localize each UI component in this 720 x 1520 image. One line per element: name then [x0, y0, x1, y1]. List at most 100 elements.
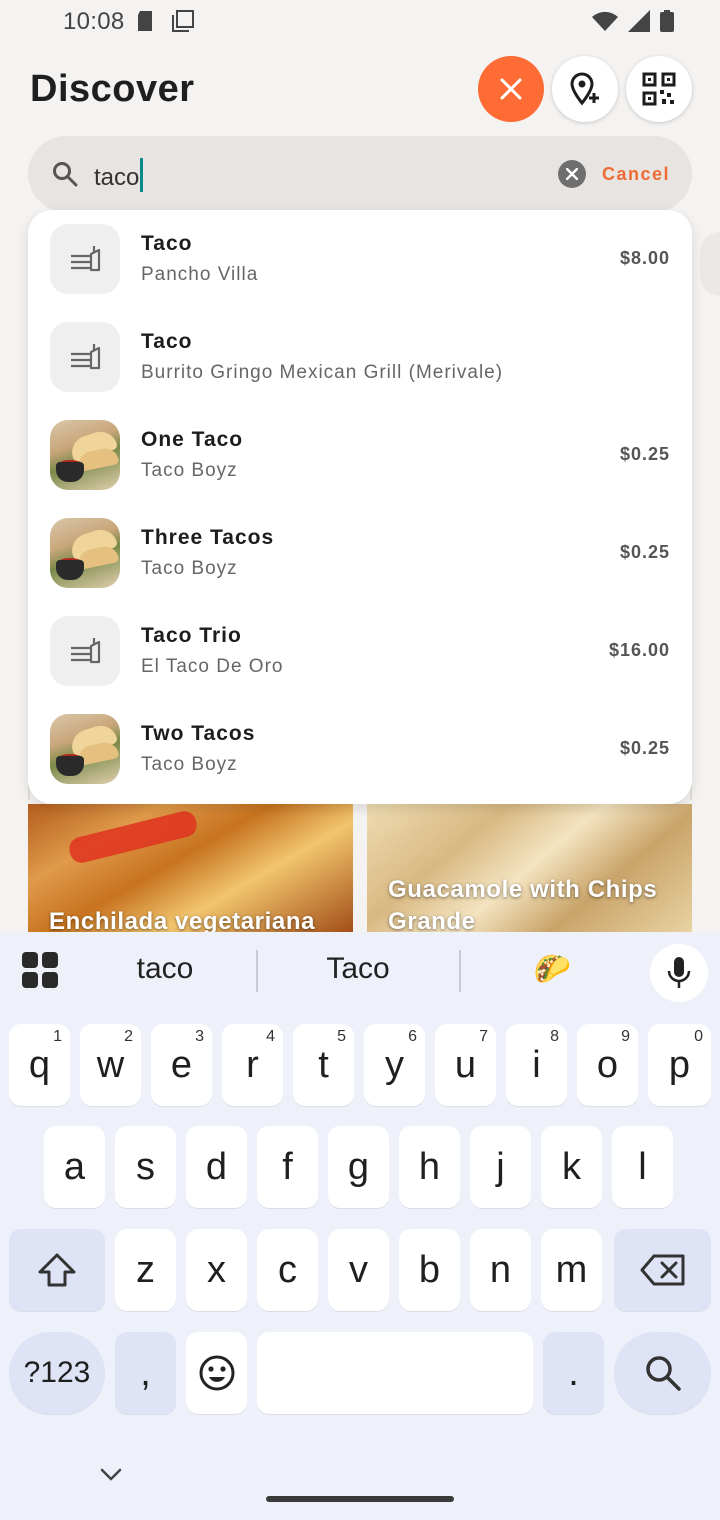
- key-hint: 3: [195, 1028, 204, 1045]
- taco-photo-thumbnail: [50, 518, 120, 588]
- apps-grid-icon[interactable]: [22, 952, 58, 988]
- search-result-item[interactable]: Taco Pancho Villa $8.00: [28, 210, 692, 308]
- search-result-item[interactable]: Taco Trio El Taco De Oro $16.00: [28, 602, 692, 700]
- add-location-icon: [570, 72, 599, 106]
- qr-scan-button[interactable]: [626, 56, 692, 122]
- food-card[interactable]: Enchilada vegetariana: [28, 804, 353, 932]
- sd-card-icon: [138, 11, 152, 31]
- food-card-title: Enchilada vegetariana: [49, 908, 316, 932]
- key-x[interactable]: x: [186, 1229, 247, 1311]
- result-price: $16.00: [608, 640, 670, 660]
- key-t[interactable]: t5: [293, 1024, 354, 1106]
- soft-keyboard: taco Taco 🌮 q1 w2 e3 r4 t5 y6 u7 i8 o9 p…: [0, 932, 720, 1520]
- key-l[interactable]: l: [612, 1126, 673, 1208]
- clear-search-button[interactable]: [558, 160, 586, 188]
- search-result-item[interactable]: Two Tacos Taco Boyz $0.25: [28, 700, 692, 798]
- key-r[interactable]: r4: [222, 1024, 283, 1106]
- key-g[interactable]: g: [328, 1126, 389, 1208]
- backspace-key[interactable]: [614, 1229, 711, 1311]
- key-f[interactable]: f: [257, 1126, 318, 1208]
- key-u[interactable]: u7: [435, 1024, 496, 1106]
- shift-key[interactable]: [9, 1229, 105, 1311]
- emoji-key[interactable]: [186, 1332, 247, 1414]
- food-image-detail: [66, 808, 200, 866]
- comma-key[interactable]: ,: [115, 1332, 176, 1414]
- taco-photo-thumbnail: [50, 420, 120, 490]
- key-w[interactable]: w2: [80, 1024, 141, 1106]
- search-result-item[interactable]: Taco Burrito Gringo Mexican Grill (Meriv…: [28, 308, 692, 406]
- shift-icon: [38, 1253, 76, 1287]
- search-input[interactable]: taco: [94, 158, 144, 192]
- status-bar: 10:08: [0, 0, 720, 44]
- food-tray-icon: [71, 246, 101, 272]
- key-h[interactable]: h: [399, 1126, 460, 1208]
- key-hint: 5: [337, 1028, 346, 1045]
- food-tray-icon: [71, 344, 101, 370]
- search-results-dropdown: Taco Pancho Villa $8.00 Taco Burrito Gri…: [28, 210, 692, 804]
- search-result-item[interactable]: Three Tacos Taco Boyz $0.25: [28, 504, 692, 602]
- result-restaurant-name: Burrito Gringo Mexican Grill (Merivale): [141, 362, 504, 383]
- food-card[interactable]: Guacamole with Chips Grande: [367, 804, 692, 932]
- suggestion-divider: [256, 950, 258, 992]
- key-label: i: [532, 1043, 541, 1086]
- result-item-name: Two Tacos: [141, 722, 256, 745]
- text-cursor: [140, 158, 144, 192]
- suggestion-1[interactable]: taco: [90, 952, 240, 986]
- key-n[interactable]: n: [470, 1229, 531, 1311]
- screenshot-icon: [172, 10, 194, 32]
- key-m[interactable]: m: [541, 1229, 602, 1311]
- food-tray-icon: [71, 638, 101, 664]
- voice-input-button[interactable]: [650, 944, 708, 1002]
- clear-icon: [566, 168, 578, 180]
- key-hint: 1: [53, 1028, 62, 1045]
- key-label: y: [385, 1043, 404, 1086]
- key-label: r: [246, 1043, 259, 1086]
- search-key[interactable]: [614, 1332, 711, 1414]
- key-hint: 0: [694, 1028, 703, 1045]
- search-icon: [645, 1356, 681, 1391]
- key-y[interactable]: y6: [364, 1024, 425, 1106]
- add-location-button[interactable]: [552, 56, 618, 122]
- key-z[interactable]: z: [115, 1229, 176, 1311]
- home-gesture-bar[interactable]: [266, 1496, 454, 1502]
- taco-photo-thumbnail: [50, 714, 120, 784]
- space-key[interactable]: [257, 1332, 533, 1414]
- cancel-button[interactable]: Cancel: [602, 164, 670, 185]
- symbols-key[interactable]: ?123: [9, 1332, 105, 1414]
- key-hint: 7: [479, 1028, 488, 1045]
- result-item-name: Three Tacos: [141, 526, 275, 549]
- search-result-item[interactable]: One Taco Taco Boyz $0.25: [28, 406, 692, 504]
- key-d[interactable]: d: [186, 1126, 247, 1208]
- key-v[interactable]: v: [328, 1229, 389, 1311]
- filter-chip-peek: [700, 232, 720, 296]
- microphone-icon: [667, 957, 691, 988]
- key-j[interactable]: j: [470, 1126, 531, 1208]
- key-e[interactable]: e3: [151, 1024, 212, 1106]
- suggestion-2[interactable]: Taco: [280, 952, 436, 986]
- search-bar[interactable]: taco Cancel: [28, 136, 692, 212]
- close-button[interactable]: [478, 56, 544, 122]
- suggestion-emoji[interactable]: 🌮: [480, 952, 625, 987]
- key-b[interactable]: b: [399, 1229, 460, 1311]
- result-item-name: Taco: [141, 232, 193, 255]
- key-i[interactable]: i8: [506, 1024, 567, 1106]
- key-q[interactable]: q1: [9, 1024, 70, 1106]
- key-c[interactable]: c: [257, 1229, 318, 1311]
- key-label: p: [668, 1043, 691, 1086]
- key-a[interactable]: a: [44, 1126, 105, 1208]
- key-hint: 9: [621, 1028, 630, 1045]
- key-label: q: [28, 1043, 51, 1086]
- key-label: t: [318, 1043, 329, 1086]
- key-p[interactable]: p0: [648, 1024, 711, 1106]
- result-price: $0.25: [619, 738, 670, 758]
- key-label: w: [96, 1043, 125, 1086]
- key-o[interactable]: o9: [577, 1024, 638, 1106]
- hide-keyboard-chevron-icon[interactable]: [100, 1468, 122, 1482]
- period-key[interactable]: .: [543, 1332, 604, 1414]
- key-k[interactable]: k: [541, 1126, 602, 1208]
- cell-signal-icon: [628, 10, 650, 32]
- result-item-name: Taco Trio: [141, 624, 242, 647]
- key-hint: 6: [408, 1028, 417, 1045]
- key-s[interactable]: s: [115, 1126, 176, 1208]
- wifi-icon: [592, 11, 618, 31]
